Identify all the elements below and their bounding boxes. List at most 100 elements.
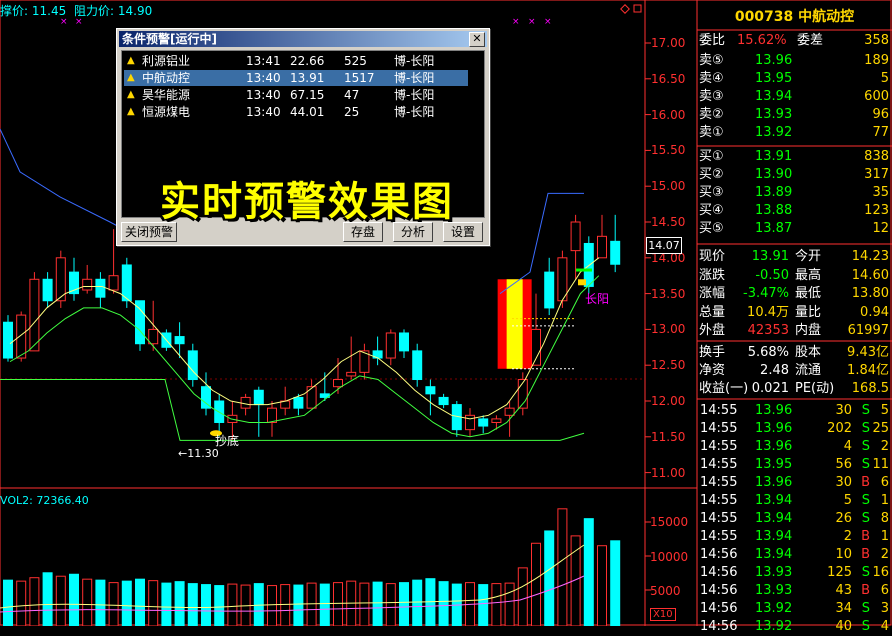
volume-bar <box>293 584 304 626</box>
volume-bar <box>267 585 277 626</box>
tick-count: 2 <box>880 547 889 562</box>
candle-body <box>333 379 343 388</box>
tick-price: 13.94 <box>755 529 793 544</box>
close-alert-button[interactable]: 关闭预警 <box>121 222 177 242</box>
alert-row[interactable]: ▲ 昊华能源 13:40 67.15 47 博-长阳 <box>124 87 468 103</box>
volume-bar <box>174 581 185 626</box>
candle-body <box>478 418 489 427</box>
fundamental-label: 换手 <box>699 345 726 360</box>
volume-bar <box>55 575 66 626</box>
price-axis-label: 17.00 <box>651 36 686 50</box>
signal-marker <box>576 268 592 272</box>
tick-side: B <box>861 547 870 562</box>
weicha-value: 358 <box>864 33 889 48</box>
ask-row[interactable]: 卖③ 13.94 600 <box>697 88 892 106</box>
tick-side: S <box>861 421 870 436</box>
stock-title[interactable]: 000738 中航动控 <box>697 6 892 26</box>
volume-bar <box>610 540 621 626</box>
condition-alert-dialog[interactable]: 条件预警[运行中] ✕ ▲ 利源铝业 13:41 22.66 525 博-长阳 ▲ 中航动控 1… <box>116 28 490 246</box>
volume-bar <box>557 508 568 626</box>
price-axis-label: 15.00 <box>651 179 686 194</box>
tick-volume: 43 <box>835 583 852 598</box>
stat-value: 10.4万 <box>747 304 789 320</box>
ask-volume: 77 <box>872 125 889 140</box>
volume-bar <box>214 585 225 626</box>
ask-row[interactable]: 卖② 13.93 96 <box>697 106 892 124</box>
candle-body <box>174 336 185 345</box>
alert-price: 67.15 <box>290 88 325 102</box>
tick-time: 14:56 <box>700 601 738 616</box>
tick-count: 6 <box>880 583 889 598</box>
tick-price: 13.94 <box>755 511 793 526</box>
volume-scale-label[interactable]: X10 <box>650 608 676 621</box>
fundamental-value-2: 1.84亿 <box>847 363 889 378</box>
alert-stock-name: 恒源煤电 <box>142 105 191 119</box>
alert-volume: 525 <box>344 54 367 68</box>
candle-body <box>42 278 53 302</box>
bid-volume: 123 <box>864 203 889 218</box>
volume-bar <box>544 530 555 626</box>
tick-time: 14:55 <box>700 493 738 508</box>
alert-row[interactable]: ▲ 恒源煤电 13:40 44.01 25 博-长阳 <box>124 104 468 120</box>
bid-row[interactable]: 买① 13.91 838 <box>697 148 892 166</box>
tick-time: 14:56 <box>700 565 738 580</box>
bid-row[interactable]: 买④ 13.88 123 <box>697 202 892 220</box>
alert-price: 44.01 <box>290 105 325 119</box>
tick-price: 13.94 <box>755 547 793 562</box>
bid-label: 买④ <box>699 203 724 218</box>
ask-row[interactable]: 卖① 13.92 77 <box>697 124 892 142</box>
tick-time: 14:55 <box>700 511 738 526</box>
volume-bar <box>29 577 40 626</box>
volume-bar <box>82 578 93 626</box>
alert-price: 22.66 <box>290 54 325 68</box>
candle-body <box>531 328 541 366</box>
top-marker: × <box>544 17 552 27</box>
volume-bar <box>517 567 528 626</box>
bid-volume: 35 <box>872 185 889 200</box>
bid-row[interactable]: 买⑤ 13.87 12 <box>697 220 892 238</box>
volume-bar <box>491 583 502 626</box>
indicator-header: 撑价: 11.45 阻力价: 14.90 <box>0 2 156 19</box>
volume-bar <box>148 580 159 626</box>
ask-row[interactable]: 卖④ 13.95 5 <box>697 70 892 88</box>
tick-count: 1 <box>880 493 889 508</box>
volume-bar <box>16 580 27 626</box>
analyze-button[interactable]: 分析 <box>393 222 433 242</box>
volume-bar <box>425 578 436 626</box>
dialog-title-bar[interactable]: 条件预警[运行中] ✕ <box>119 31 487 47</box>
fundamental-label-2: 流通 <box>795 363 822 378</box>
ask-volume: 600 <box>864 89 889 104</box>
volume-bar <box>95 579 106 626</box>
volume-bar <box>201 584 211 626</box>
alert-row[interactable]: ▲ 中航动控 13:40 13.91 1517 博-长阳 <box>124 70 468 86</box>
tick-count: 6 <box>880 475 889 490</box>
support-price-label: 撑价: 11.45 <box>0 4 67 18</box>
tick-volume: 5 <box>843 493 852 508</box>
tick-price: 13.95 <box>755 457 793 472</box>
bid-row[interactable]: 买② 13.90 317 <box>697 166 892 184</box>
save-button[interactable]: 存盘 <box>343 222 383 242</box>
price-axis-label: 12.50 <box>651 358 686 373</box>
close-icon[interactable]: ✕ <box>469 32 485 47</box>
alert-row[interactable]: ▲ 利源铝业 13:41 22.66 525 博-长阳 <box>124 53 468 69</box>
ask-label: 卖⑤ <box>699 53 724 68</box>
ask-row[interactable]: 卖⑤ 13.96 189 <box>697 52 892 70</box>
alert-list[interactable]: ▲ 利源铝业 13:41 22.66 525 博-长阳 ▲ 中航动控 13:40 13.91 151… <box>121 50 485 225</box>
stat-label: 现价 <box>699 249 726 264</box>
stat-label: 外盘 <box>699 323 726 338</box>
signal-icon <box>578 279 586 286</box>
price-axis-label: 11.00 <box>651 465 686 480</box>
candle-body <box>306 386 317 409</box>
fundamental-value: 5.68% <box>747 345 789 360</box>
candle-body <box>95 278 106 298</box>
alert-arrow-icon: ▲ <box>127 89 135 100</box>
settings-button[interactable]: 设置 <box>443 222 483 242</box>
volume-bar <box>597 545 607 626</box>
price-axis-label: 16.00 <box>651 107 686 122</box>
stat-label-2: 量比 <box>795 304 822 320</box>
tick-time: 14:55 <box>700 475 738 490</box>
bid-row[interactable]: 买③ 13.89 35 <box>697 184 892 202</box>
long-yang-highlight-inner <box>506 279 523 369</box>
volume-bar <box>187 583 198 626</box>
tick-time: 14:55 <box>700 529 738 544</box>
